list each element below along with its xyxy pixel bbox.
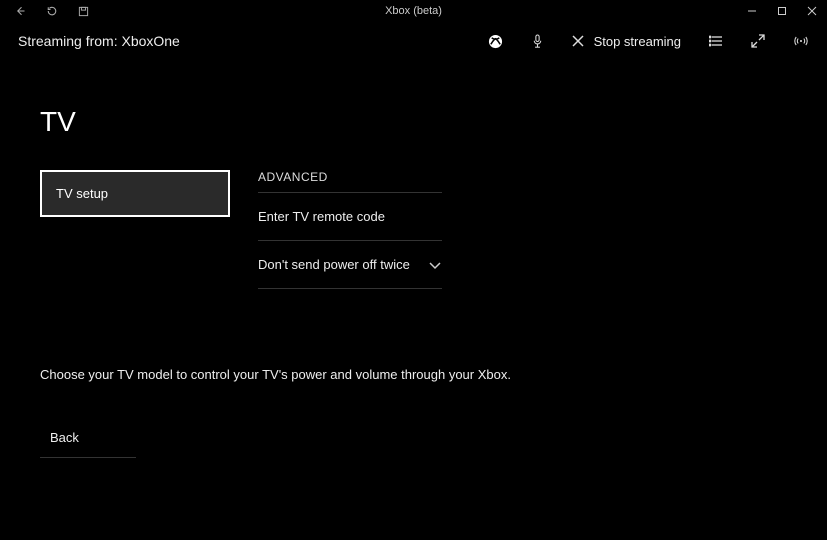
stop-streaming-label: Stop streaming: [594, 34, 681, 49]
streaming-toolbar: Streaming from: XboxOne Stop streaming: [0, 22, 827, 60]
enter-remote-code-label: Enter TV remote code: [258, 209, 385, 224]
refresh-icon[interactable]: [46, 5, 58, 17]
minimize-button[interactable]: [737, 0, 767, 22]
enter-remote-code-row[interactable]: Enter TV remote code: [258, 193, 442, 241]
list-icon[interactable]: [709, 35, 723, 47]
power-off-dropdown[interactable]: Don't send power off twice: [258, 241, 442, 289]
back-button[interactable]: Back: [40, 420, 136, 458]
stop-streaming-button[interactable]: Stop streaming: [572, 34, 681, 49]
broadcast-icon[interactable]: [793, 35, 809, 47]
page-title: TV: [40, 106, 787, 138]
help-text: Choose your TV model to control your TV'…: [40, 367, 511, 382]
maximize-button[interactable]: [767, 0, 797, 22]
back-label: Back: [50, 430, 79, 445]
streaming-from-label: Streaming from: XboxOne: [18, 33, 180, 49]
window-title: Xbox (beta): [385, 5, 442, 17]
advanced-heading: ADVANCED: [258, 170, 442, 193]
tv-setup-label: TV setup: [56, 186, 108, 201]
close-button[interactable]: [797, 0, 827, 22]
chevron-down-icon: [428, 260, 442, 270]
xbox-logo-icon[interactable]: [488, 34, 503, 49]
microphone-icon[interactable]: [531, 34, 544, 49]
fullscreen-icon[interactable]: [751, 34, 765, 48]
back-icon[interactable]: [14, 5, 26, 17]
save-icon[interactable]: [78, 6, 89, 17]
tv-setup-button[interactable]: TV setup: [40, 170, 230, 217]
close-icon: [572, 35, 584, 47]
power-off-label: Don't send power off twice: [258, 257, 410, 272]
window-titlebar: Xbox (beta): [0, 0, 827, 22]
